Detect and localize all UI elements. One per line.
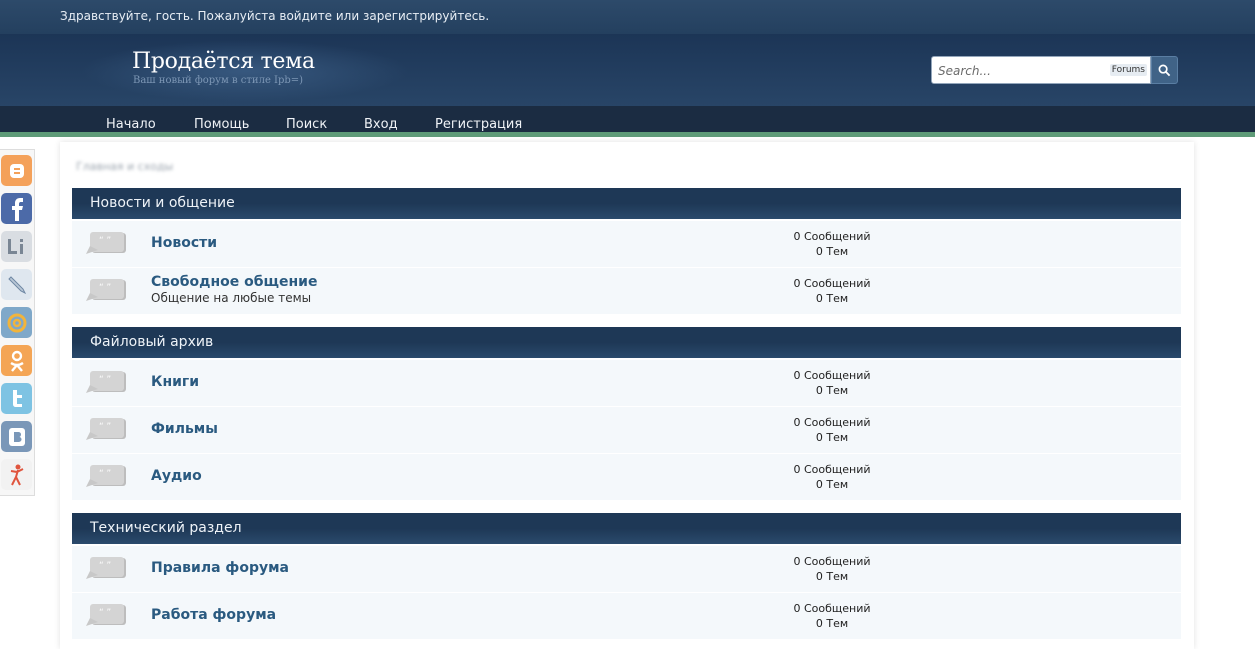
forum-title[interactable]: Свободное общение xyxy=(151,274,317,290)
nav-search[interactable]: Поиск xyxy=(286,117,327,132)
category-header[interactable]: Новости и общение xyxy=(72,188,1181,219)
forum-read-icon: “ ” xyxy=(86,279,126,301)
search-button[interactable] xyxy=(1151,56,1178,84)
svg-text:“ ”: “ ” xyxy=(99,236,111,246)
svg-text:“ ”: “ ” xyxy=(99,283,111,293)
nav-home[interactable]: Начало xyxy=(106,117,156,132)
guest-greeting[interactable]: Здравствуйте, гость. Пожалуйста войдите … xyxy=(60,9,489,23)
last-post-cell xyxy=(916,407,1181,453)
site-header: Продаётся тема Ваш новый форум в стиле I… xyxy=(0,34,1255,106)
last-post-cell xyxy=(916,221,1181,267)
forum-read-icon: “ ” xyxy=(86,557,126,579)
svg-text:“ ”: “ ” xyxy=(99,469,111,479)
forum-row: “ ” Свободное общение Общение на любые т… xyxy=(72,268,1181,314)
breadcrumb[interactable]: Главная и сходы xyxy=(76,160,173,173)
forum-read-icon: “ ” xyxy=(86,232,126,254)
forum-posts: 0 Сообщений xyxy=(793,602,871,615)
nav-help[interactable]: Помощь xyxy=(194,117,249,132)
nav-login[interactable]: Вход xyxy=(364,117,398,132)
forum-topics: 0 Тем xyxy=(815,245,849,258)
category-header[interactable]: Технический раздел xyxy=(72,513,1181,544)
forum-posts: 0 Сообщений xyxy=(793,369,871,382)
top-bar: Здравствуйте, гость. Пожалуйста войдите … xyxy=(0,0,1255,34)
forum-title[interactable]: Правила форума xyxy=(151,560,289,576)
forum-read-icon: “ ” xyxy=(86,465,126,487)
forum-row: “ ” Фильмы 0 Сообщений 0 Тем xyxy=(72,407,1181,453)
forum-read-icon: “ ” xyxy=(86,371,126,393)
blogger-icon[interactable] xyxy=(1,155,32,186)
livejournal-icon[interactable] xyxy=(1,269,32,300)
forum-row: “ ” Правила форума 0 Сообщений 0 Тем xyxy=(72,546,1181,592)
category-title[interactable]: Файловый архив xyxy=(90,334,213,350)
forum-title[interactable]: Фильмы xyxy=(151,421,218,437)
last-post-cell xyxy=(916,360,1181,406)
category-header[interactable]: Файловый архив xyxy=(72,327,1181,358)
forum-title[interactable]: Книги xyxy=(151,374,199,390)
svg-text:“ ”: “ ” xyxy=(99,561,111,571)
forum-posts: 0 Сообщений xyxy=(793,416,871,429)
search-scope[interactable]: Forums xyxy=(1109,64,1147,76)
twitter-icon[interactable] xyxy=(1,383,32,414)
last-post-cell xyxy=(916,546,1181,592)
forum-row: “ ” Аудио 0 Сообщений 0 Тем xyxy=(72,454,1181,500)
site-title[interactable]: Продаётся тема xyxy=(132,49,315,74)
forum-topics: 0 Тем xyxy=(815,617,849,630)
svg-text:“ ”: “ ” xyxy=(99,608,111,618)
odnoklassniki-icon[interactable] xyxy=(1,345,32,376)
forum-topics: 0 Тем xyxy=(815,292,849,305)
share-sidebar xyxy=(0,149,35,496)
forum-read-icon: “ ” xyxy=(86,418,126,440)
forum-title[interactable]: Новости xyxy=(151,235,217,251)
forum-title[interactable]: Работа форума xyxy=(151,607,276,623)
svg-text:“ ”: “ ” xyxy=(99,422,111,432)
forum-posts: 0 Сообщений xyxy=(793,230,871,243)
search-input[interactable]: Search... Forums xyxy=(931,56,1151,84)
forum-posts: 0 Сообщений xyxy=(793,463,871,476)
forum-topics: 0 Тем xyxy=(815,570,849,583)
nav-register[interactable]: Регистрация xyxy=(435,117,522,132)
forum-title[interactable]: Аудио xyxy=(151,468,202,484)
last-post-cell xyxy=(916,268,1181,314)
vkontakte-icon[interactable] xyxy=(1,421,32,452)
search-placeholder: Search... xyxy=(938,64,991,78)
forum-description: Общение на любые темы xyxy=(151,291,312,305)
forum-row: “ ” Книги 0 Сообщений 0 Тем xyxy=(72,360,1181,406)
forum-topics: 0 Тем xyxy=(815,478,849,491)
search-icon xyxy=(1158,64,1171,76)
main-nav: Начало Помощь Поиск Вход Регистрация xyxy=(0,106,1255,137)
facebook-icon[interactable] xyxy=(1,193,32,224)
last-post-cell xyxy=(916,454,1181,500)
forum-row: “ ” Новости 0 Сообщений 0 Тем xyxy=(72,221,1181,267)
forum-topics: 0 Тем xyxy=(815,384,849,397)
site-subtitle: Ваш новый форум в стиле Ipb=) xyxy=(133,75,304,86)
forum-posts: 0 Сообщений xyxy=(793,277,871,290)
forum-topics: 0 Тем xyxy=(815,431,849,444)
search-form: Search... Forums xyxy=(931,56,1178,84)
last-post-cell xyxy=(916,593,1181,639)
linkedin-icon[interactable] xyxy=(1,231,32,262)
mailru-icon[interactable] xyxy=(1,307,32,338)
svg-text:“ ”: “ ” xyxy=(99,375,111,385)
forum-read-icon: “ ” xyxy=(86,604,126,626)
category-title[interactable]: Технический раздел xyxy=(90,520,242,536)
category-title[interactable]: Новости и общение xyxy=(90,195,235,211)
yaru-icon[interactable] xyxy=(1,459,32,490)
forum-posts: 0 Сообщений xyxy=(793,555,871,568)
forum-row: “ ” Работа форума 0 Сообщений 0 Тем xyxy=(72,593,1181,639)
